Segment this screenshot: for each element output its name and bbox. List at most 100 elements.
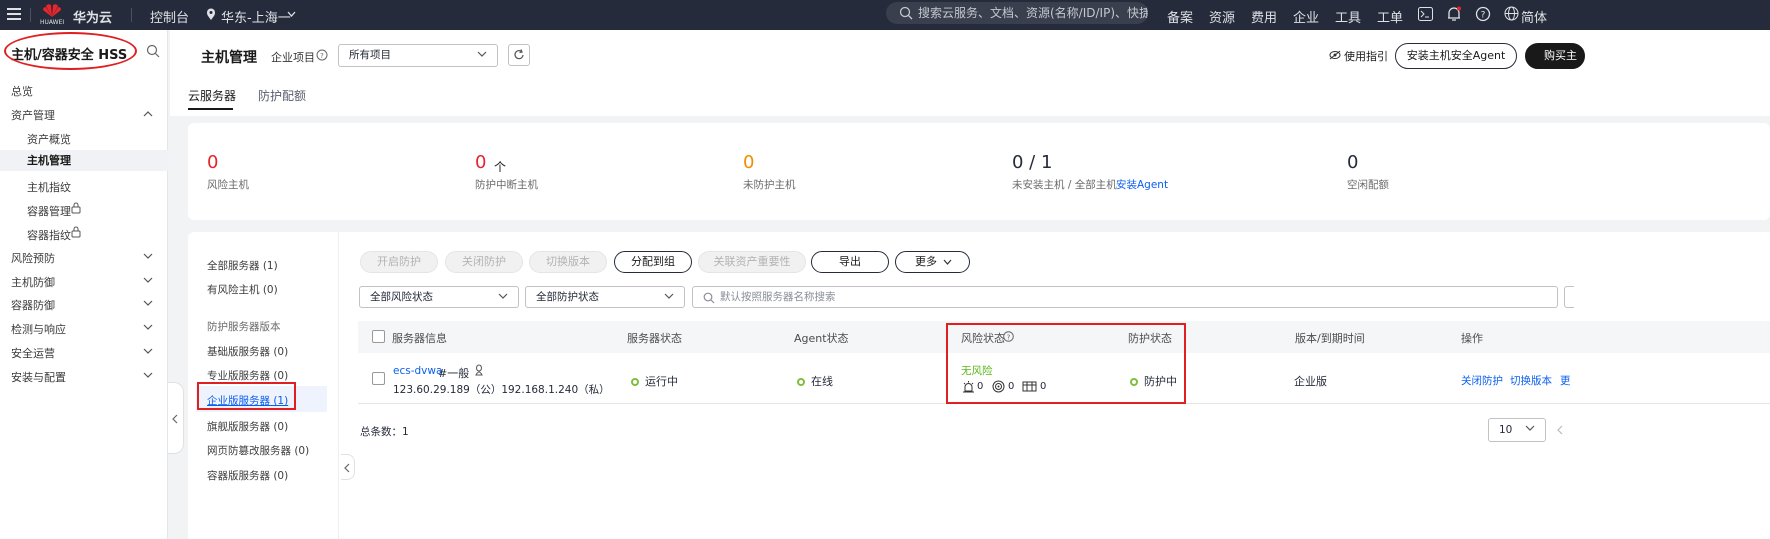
chevron-down-icon[interactable]	[143, 346, 153, 356]
stat-uninstalled-value[interactable]: 0 / 1	[1012, 152, 1052, 173]
server-search-input[interactable]: 默认按照服务器名称搜索	[692, 286, 1558, 308]
server-status-cell: 运行中	[631, 373, 678, 389]
install-agent-button[interactable]: 安装主机安全Agent	[1395, 43, 1517, 69]
sidebar-item-container-fingerprint[interactable]: 容器指纹	[27, 227, 71, 243]
filter-web-tamper-version[interactable]: 网页防篡改服务器 (0)	[207, 443, 309, 458]
active-tab-indicator	[188, 108, 233, 110]
sidebar-item-host-management[interactable]: 主机管理	[0, 150, 168, 171]
chevron-down-icon[interactable]	[143, 275, 153, 285]
stat-risk-hosts-value[interactable]: 0	[207, 152, 218, 173]
agent-status-cell: 在线	[797, 373, 833, 389]
more-button[interactable]: 更多	[895, 251, 970, 273]
annotation-circle	[4, 32, 137, 70]
sidebar-item-host-fingerprint[interactable]: 主机指纹	[27, 179, 71, 195]
asset-importance-button[interactable]: 关联资产重要性	[698, 251, 806, 273]
sidebar-item-security-operations[interactable]: 安全运营	[11, 345, 55, 361]
page-size-select[interactable]: 10	[1488, 418, 1546, 442]
language-selector[interactable]: 简体	[1521, 7, 1547, 26]
chevron-down-icon[interactable]	[143, 322, 153, 332]
nav-link-tools[interactable]: 工具	[1335, 7, 1361, 26]
logo-text[interactable]: 华为云	[73, 7, 112, 26]
nav-link-beian[interactable]: 备案	[1167, 7, 1193, 26]
install-agent-link[interactable]: 安装Agent	[1116, 177, 1168, 192]
stat-unprotected-value[interactable]: 0	[743, 152, 754, 173]
risk-status-select[interactable]: 全部风险状态	[359, 286, 519, 308]
stat-interrupted-value[interactable]: 0	[475, 152, 486, 173]
project-select[interactable]: 所有项目	[338, 44, 498, 67]
close-protection-link[interactable]: 关闭防护	[1461, 373, 1503, 388]
buy-button[interactable]: 购买主	[1525, 43, 1585, 69]
filter-risky-hosts[interactable]: 有风险主机 (0)	[207, 282, 278, 297]
nav-link-billing[interactable]: 费用	[1251, 7, 1277, 26]
console-link[interactable]: 控制台	[150, 7, 189, 26]
server-name-link[interactable]: ecs-dvwa	[393, 365, 442, 377]
chevron-up-icon[interactable]	[143, 109, 153, 119]
filter-pro-version[interactable]: 专业版服务器 (0)	[207, 368, 288, 383]
filter-container-version[interactable]: 容器版服务器 (0)	[207, 468, 288, 483]
server-tag[interactable]: #一般	[438, 365, 469, 381]
export-button[interactable]: 导出	[811, 251, 889, 273]
global-search-input[interactable]: 搜索云服务、文档、资源(名称/ID/IP)、快捷...	[886, 2, 1148, 24]
nav-link-tickets[interactable]: 工单	[1377, 7, 1403, 26]
sidebar-item-asset-overview[interactable]: 资产概览	[27, 131, 71, 147]
refresh-button[interactable]	[508, 44, 530, 66]
filter-collapse-handle[interactable]	[341, 454, 355, 480]
sidebar-item-host-defense[interactable]: 主机防御	[11, 274, 55, 290]
stat-risk-hosts-label: 风险主机	[207, 179, 249, 191]
search-icon	[899, 6, 913, 20]
tab-protection-quota[interactable]: 防护配额	[258, 87, 306, 104]
sidebar-item-overview[interactable]: 总览	[11, 83, 33, 99]
chevron-down-icon[interactable]	[143, 370, 153, 380]
globe-icon[interactable]	[1504, 6, 1519, 21]
sidebar-item-detection-response[interactable]: 检测与响应	[11, 321, 66, 337]
nav-link-enterprise[interactable]: 企业	[1293, 7, 1319, 26]
terminal-icon[interactable]	[1418, 7, 1433, 21]
top-nav-bar: HUAWEI 华为云 控制台 华东-上海一 搜索云服务、文档、资源(名称/ID/…	[0, 0, 1770, 30]
help-icon[interactable]: ?	[1475, 6, 1491, 22]
page-size-value: 10	[1499, 424, 1513, 436]
protect-status-select[interactable]: 全部防护状态	[525, 286, 685, 308]
chevron-down-icon[interactable]	[143, 298, 153, 308]
disable-protection-button[interactable]: 关闭防护	[445, 251, 523, 273]
search-icon[interactable]	[146, 44, 160, 58]
bell-icon[interactable]	[1446, 6, 1462, 22]
stat-interrupted-suffix: 个	[494, 160, 507, 174]
status-dot-icon	[631, 378, 639, 386]
select-all-checkbox[interactable]	[372, 330, 385, 343]
server-ips: 123.60.29.189（公）192.168.1.240（私）	[393, 384, 610, 396]
huawei-logo-icon[interactable]	[42, 2, 62, 18]
nav-link-resources[interactable]: 资源	[1209, 7, 1235, 26]
region-selector[interactable]: 华东-上海一	[221, 7, 291, 26]
sidebar-item-asset-management[interactable]: 资产管理	[11, 107, 55, 123]
menu-icon[interactable]	[6, 6, 24, 24]
th-server-info: 服务器信息	[392, 332, 447, 345]
enable-protection-button[interactable]: 开启防护	[360, 251, 438, 273]
sidebar-collapse-handle[interactable]	[168, 382, 184, 454]
sidebar-item-install-config[interactable]: 安装与配置	[11, 369, 66, 385]
row-checkbox[interactable]	[372, 372, 385, 385]
tab-cloud-servers[interactable]: 云服务器	[188, 87, 236, 104]
switch-version-link[interactable]: 切换版本	[1510, 373, 1552, 388]
sidebar-item-container-defense[interactable]: 容器防御	[11, 297, 55, 313]
more-actions-link[interactable]: 更	[1560, 373, 1571, 388]
switch-version-button[interactable]: 切换版本	[529, 251, 607, 273]
sidebar-item-risk-prevention[interactable]: 风险预防	[11, 250, 55, 266]
chevron-left-icon[interactable]	[1556, 425, 1564, 435]
logo-sub-text: HUAWEI	[40, 19, 65, 26]
chevron-down-icon	[477, 51, 487, 57]
assign-group-button[interactable]: 分配到组	[614, 251, 692, 273]
stat-idle-quota-value[interactable]: 0	[1347, 152, 1358, 173]
stats-card: 0 风险主机 0 个 防护中断主机 0 未防护主机 0 / 1 未安装主机 / …	[188, 123, 1770, 220]
usage-guide-link[interactable]: 使用指引	[1344, 48, 1388, 64]
sidebar-item-container-management[interactable]: 容器管理	[27, 203, 71, 219]
server-list-card: 全部服务器 (1) 有风险主机 (0) 防护服务器版本 基础版服务器 (0) 专…	[188, 232, 1770, 539]
filter-all-servers[interactable]: 全部服务器 (1)	[207, 258, 278, 273]
filter-basic-version[interactable]: 基础版服务器 (0)	[207, 344, 288, 359]
filter-settings-button[interactable]	[1564, 286, 1574, 308]
chevron-down-icon[interactable]	[143, 251, 153, 261]
chevron-down-icon[interactable]	[287, 11, 296, 17]
help-icon[interactable]: ?	[316, 49, 328, 61]
filter-flagship-version[interactable]: 旗舰版服务器 (0)	[207, 419, 288, 434]
location-icon	[207, 8, 215, 20]
th-agent-status: Agent状态	[794, 332, 849, 345]
